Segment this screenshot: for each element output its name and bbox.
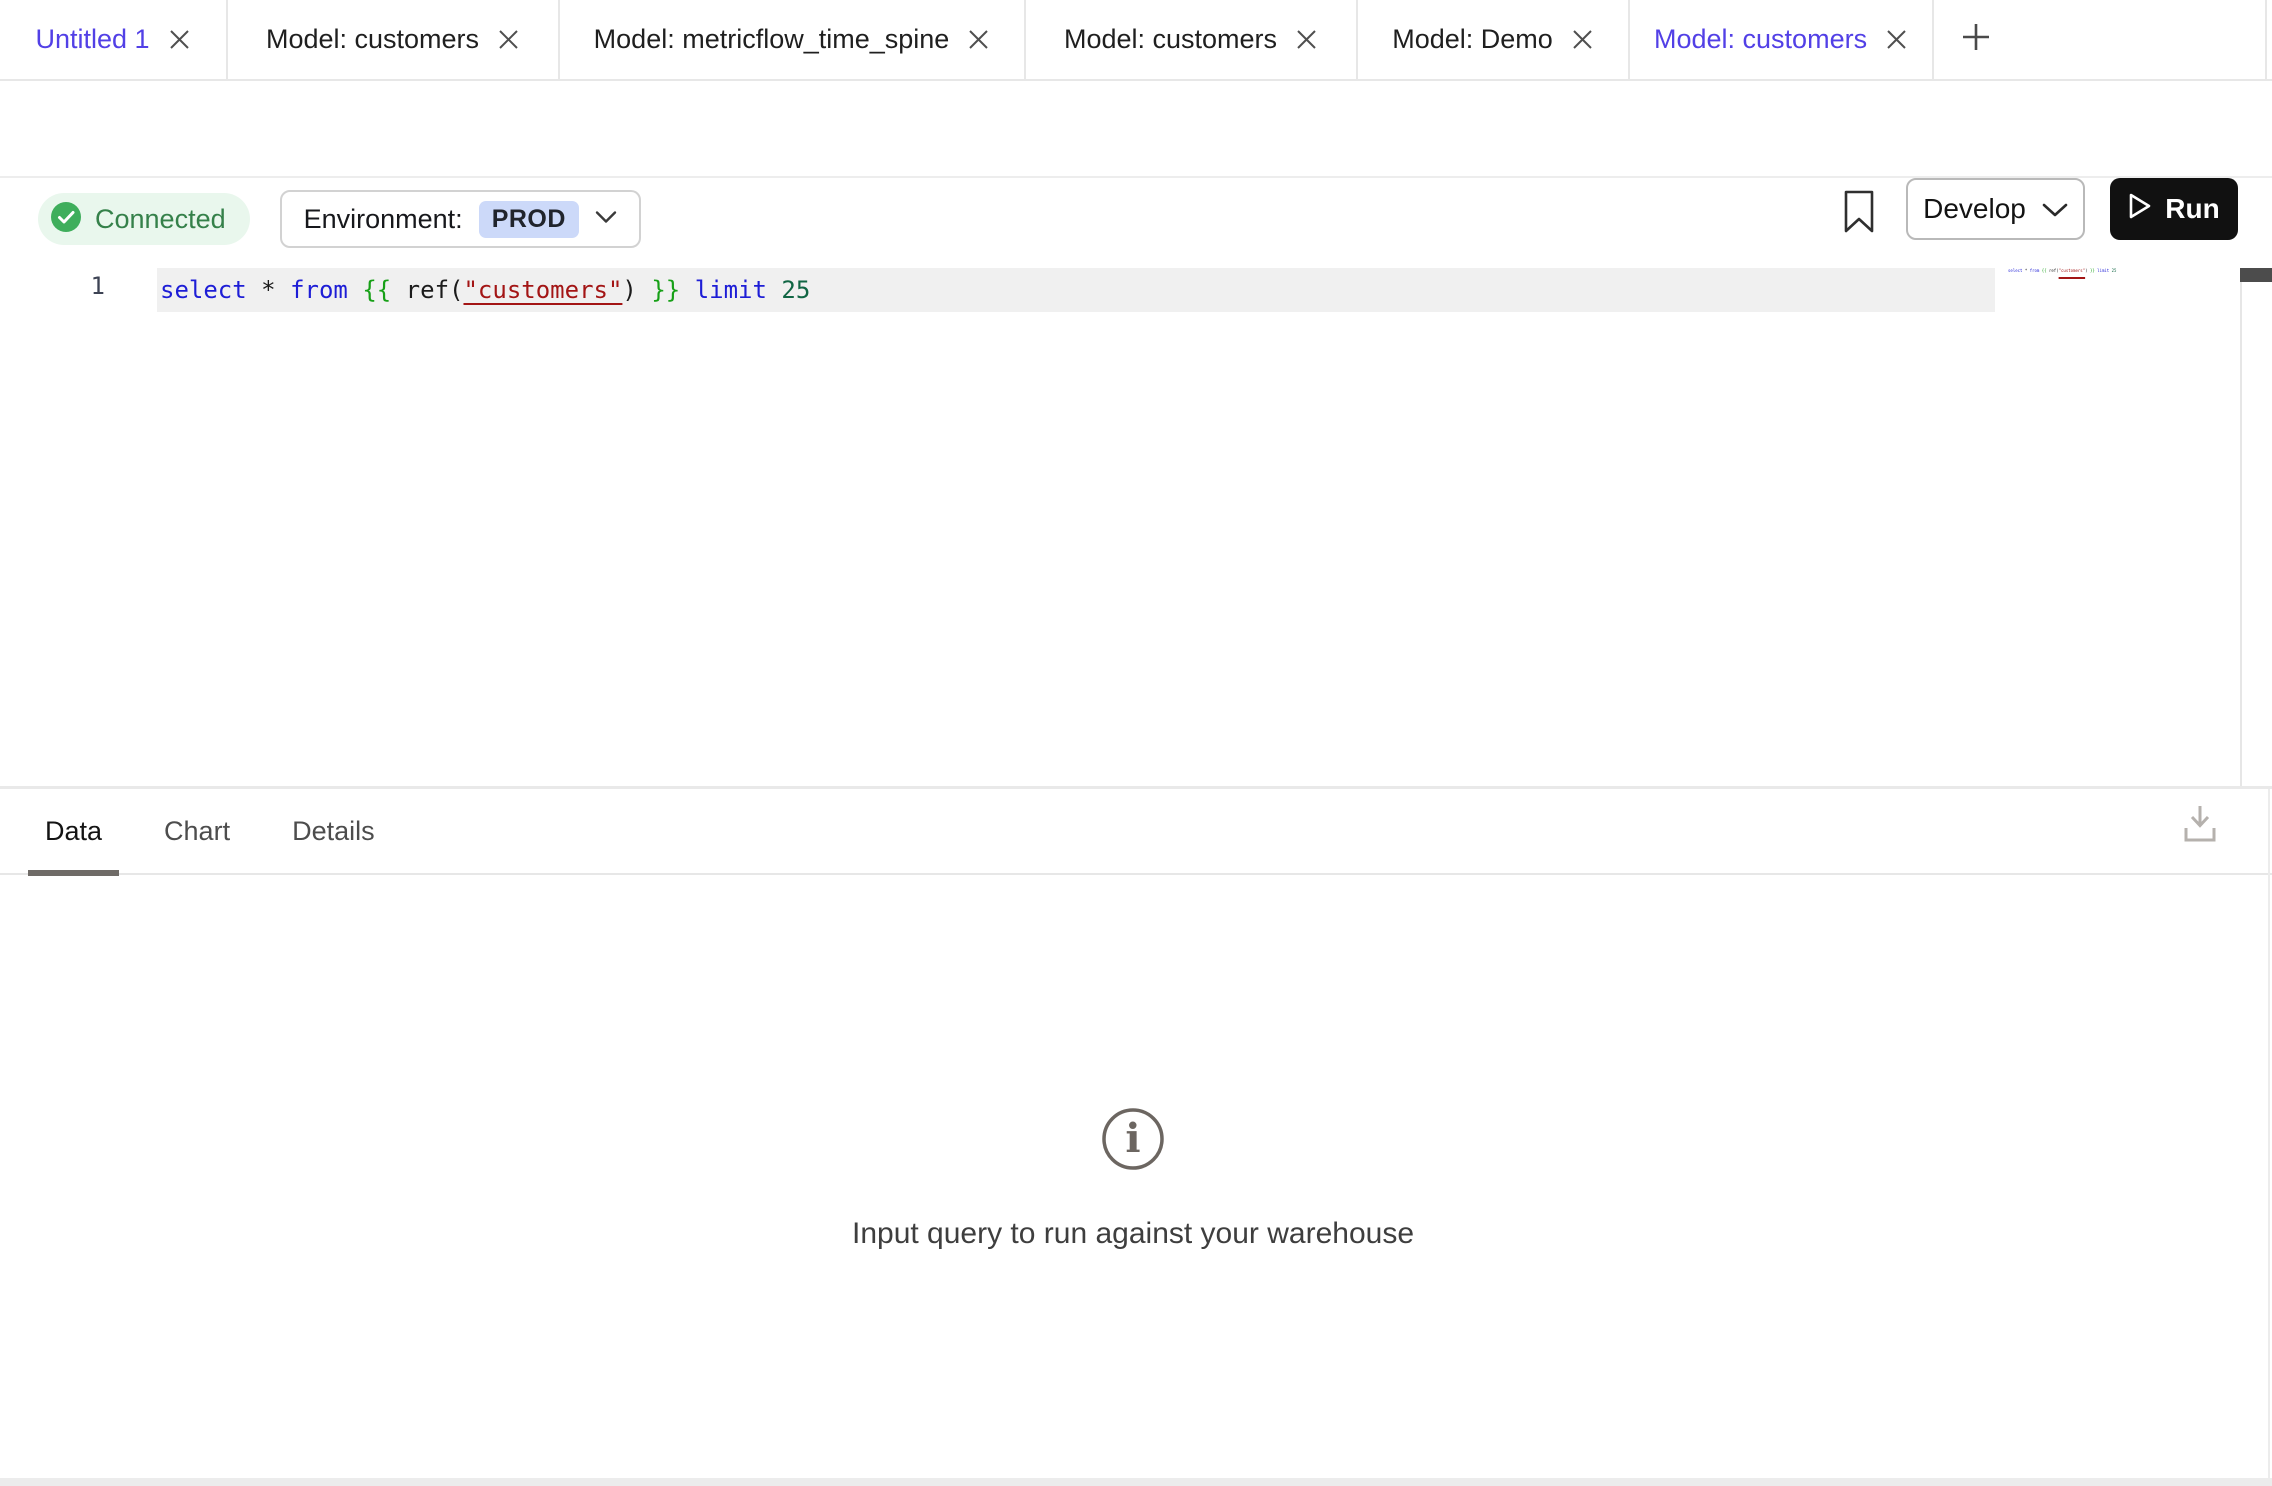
download-results-button[interactable]	[2180, 800, 2220, 848]
tab-details-label: Details	[292, 816, 375, 847]
close-icon[interactable]	[497, 28, 520, 51]
editor-scrollbar-thumb[interactable]	[2240, 268, 2272, 282]
right-edge-divider	[2265, 0, 2267, 81]
bottom-status-strip	[0, 1478, 2272, 1486]
tab-model-demo[interactable]: Model: Demo	[1358, 0, 1630, 79]
new-tab-button[interactable]	[1934, 0, 2018, 79]
close-icon[interactable]	[1571, 28, 1594, 51]
tab-model-metricflow-time-spine[interactable]: Model: metricflow_time_spine	[560, 0, 1026, 79]
run-button[interactable]: Run	[2110, 178, 2238, 240]
run-button-label: Run	[2165, 193, 2219, 225]
tab-chart-label: Chart	[164, 816, 230, 847]
tab-label: Model: metricflow_time_spine	[594, 24, 950, 55]
download-icon	[2180, 835, 2220, 852]
ide-window: Untitled 1 Model: customers Model: metri…	[0, 0, 2272, 1486]
plus-icon	[1960, 21, 1992, 58]
check-circle-icon	[50, 201, 82, 238]
bookmark-icon[interactable]	[1841, 189, 1877, 235]
tab-model-customers-2[interactable]: Model: customers	[1026, 0, 1358, 79]
tab-data[interactable]: Data	[45, 788, 102, 874]
tab-label: Model: customers	[1654, 24, 1867, 55]
editor-tab-bar: Untitled 1 Model: customers Model: metri…	[0, 0, 2272, 81]
line-number: 1	[0, 272, 105, 300]
tab-label: Untitled 1	[35, 24, 149, 55]
tab-chart[interactable]: Chart	[164, 788, 230, 874]
chevron-down-icon	[2042, 193, 2068, 225]
sql-editor-line[interactable]: select * from {{ ref("customers") }} lim…	[157, 268, 1995, 312]
chevron-down-icon	[595, 210, 617, 229]
tab-model-customers[interactable]: Model: customers	[228, 0, 560, 79]
develop-button[interactable]: Develop	[1906, 178, 2085, 240]
editor-scrollbar-track	[2240, 282, 2242, 786]
code-token-keyword: limit	[695, 276, 782, 304]
code-token-jinja: {{	[362, 276, 405, 304]
ide-toolbar: Develop Run	[0, 81, 2272, 178]
environment-label: Environment:	[304, 204, 463, 235]
code-token: *	[261, 276, 290, 304]
connection-status-badge: Connected	[38, 193, 250, 245]
code-token-keyword: from	[290, 276, 362, 304]
right-edge-divider	[2268, 789, 2270, 1478]
tab-untitled-1[interactable]: Untitled 1	[0, 0, 228, 79]
tab-label: Model: customers	[266, 24, 479, 55]
close-icon[interactable]	[1295, 28, 1318, 51]
play-icon	[2128, 192, 2152, 227]
environment-dropdown[interactable]: Environment: PROD	[280, 190, 641, 248]
code-token-jinja: }}	[651, 276, 694, 304]
tab-label: Model: customers	[1064, 24, 1277, 55]
tab-label: Model: Demo	[1392, 24, 1553, 55]
close-icon[interactable]	[1885, 28, 1908, 51]
code-token-keyword: select	[160, 276, 261, 304]
tab-data-label: Data	[45, 816, 102, 847]
tab-details[interactable]: Details	[292, 788, 375, 874]
results-panel-tabs: Data Chart Details	[0, 789, 2272, 875]
svg-text:i: i	[1125, 1115, 1140, 1162]
info-icon: i	[1100, 1106, 1166, 1177]
code-token: ref(	[406, 276, 464, 304]
connection-status-row: Connected Environment: PROD	[38, 190, 641, 248]
editor-minimap: select * from {{ ref("customers") }} lim…	[2008, 268, 2238, 282]
close-icon[interactable]	[967, 28, 990, 51]
empty-state-message: Input query to run against your warehous…	[852, 1217, 1414, 1251]
results-empty-state: i Input query to run against your wareho…	[0, 1106, 2266, 1251]
environment-value-badge: PROD	[479, 201, 579, 238]
code-token-string: "customers"	[463, 276, 622, 304]
develop-button-label: Develop	[1923, 193, 2026, 225]
code-token-number: 25	[781, 276, 810, 304]
connection-status-label: Connected	[95, 204, 226, 235]
tab-model-customers-3[interactable]: Model: customers	[1630, 0, 1934, 79]
close-icon[interactable]	[168, 28, 191, 51]
code-token: )	[622, 276, 651, 304]
